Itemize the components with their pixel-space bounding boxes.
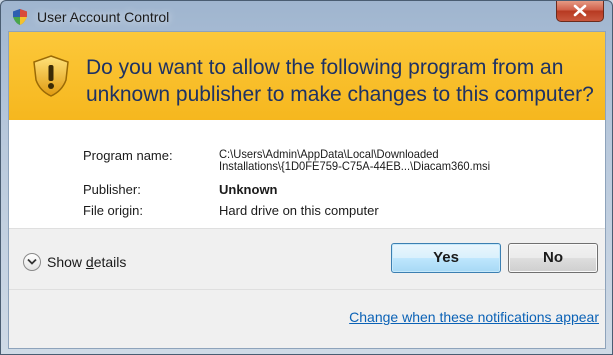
publisher-value: Unknown: [219, 182, 278, 197]
show-details-suffix: etails: [93, 254, 127, 270]
yes-button[interactable]: Yes: [391, 243, 501, 273]
no-button[interactable]: No: [508, 243, 598, 273]
program-name-label: Program name:: [83, 148, 173, 163]
program-path-line-2: Installations\{1D0FE759-C75A-44EB...\Dia…: [219, 159, 491, 173]
expand-details-button[interactable]: [23, 253, 41, 271]
uac-window: User Account Control Do you want to allo…: [0, 0, 613, 355]
dialog-body: Do you want to allow the following progr…: [8, 31, 606, 349]
footer-divider: [9, 289, 605, 290]
change-notifications-link[interactable]: Change when these notifications appear: [349, 309, 599, 325]
show-details-accelerator: d: [85, 254, 94, 270]
show-details-prefix: Show: [47, 254, 86, 270]
window-title: User Account Control: [37, 9, 170, 25]
close-icon: [573, 4, 587, 17]
file-origin-value: Hard drive on this computer: [219, 203, 379, 218]
show-details-link[interactable]: Show details: [47, 254, 126, 270]
chevron-down-icon: [27, 258, 37, 265]
uac-shield-icon: [13, 9, 27, 25]
program-name-value: C:\Users\Admin\AppData\Local\Downloaded …: [219, 148, 490, 172]
close-button[interactable]: [556, 1, 604, 22]
prompt-question: Do you want to allow the following progr…: [86, 56, 594, 106]
warning-shield-icon: [33, 55, 69, 97]
warning-banner: Do you want to allow the following progr…: [9, 32, 605, 120]
title-bar[interactable]: User Account Control: [1, 1, 612, 31]
publisher-label: Publisher:: [83, 182, 141, 197]
button-area: Show details Yes No Change when these no…: [9, 229, 605, 348]
file-origin-label: File origin:: [83, 203, 143, 218]
